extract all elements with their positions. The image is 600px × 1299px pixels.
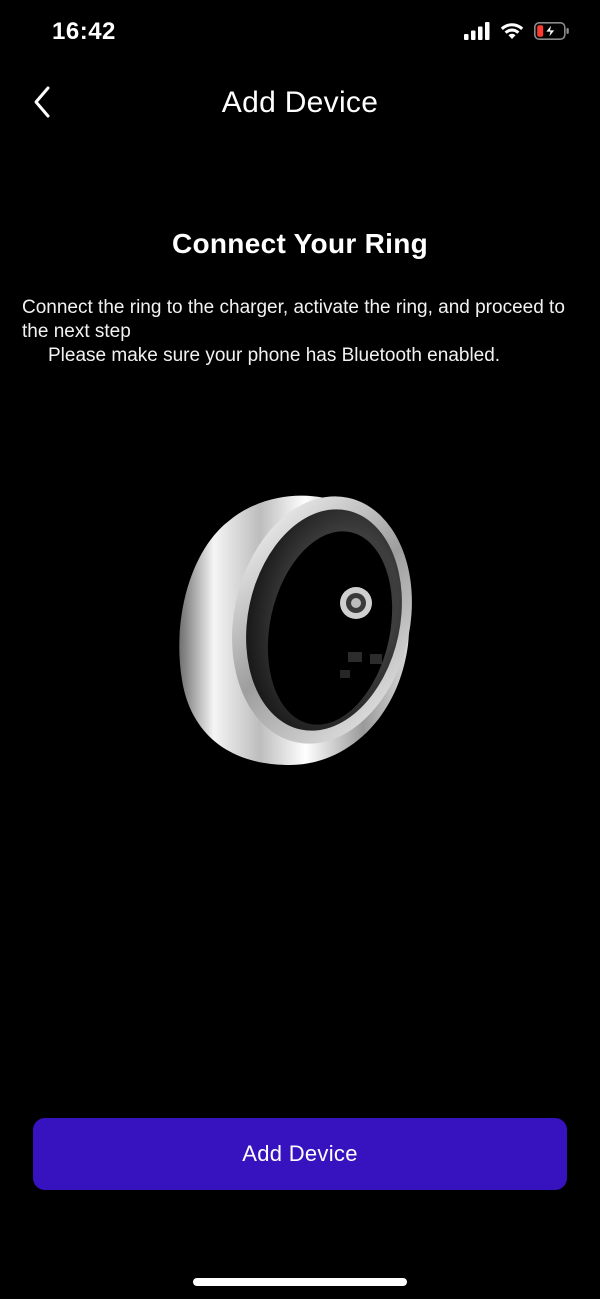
nav-bar: Add Device [0,70,600,140]
instructions-text: Connect the ring to the charger, activat… [22,296,582,368]
smart-ring-image [170,480,430,780]
instruction-line-2: Please make sure your phone has Bluetoot… [48,345,501,366]
status-icons [464,22,570,45]
battery-charging-icon [534,22,570,45]
connect-heading: Connect Your Ring [171,228,429,259]
home-indicator [193,1278,407,1286]
add-device-button[interactable]: Add Device [33,1118,567,1190]
page-title: Add Device [221,86,379,119]
instruction-line-1: Connect the ring to the charger, activat… [22,297,565,342]
status-bar: 16:42 [0,0,600,66]
wifi-icon [500,22,524,45]
add-device-screen: 16:42 Add Device Connect Your Ring Conne… [0,0,600,1299]
cellular-signal-icon [464,22,490,45]
status-time: 16:42 [52,18,116,45]
